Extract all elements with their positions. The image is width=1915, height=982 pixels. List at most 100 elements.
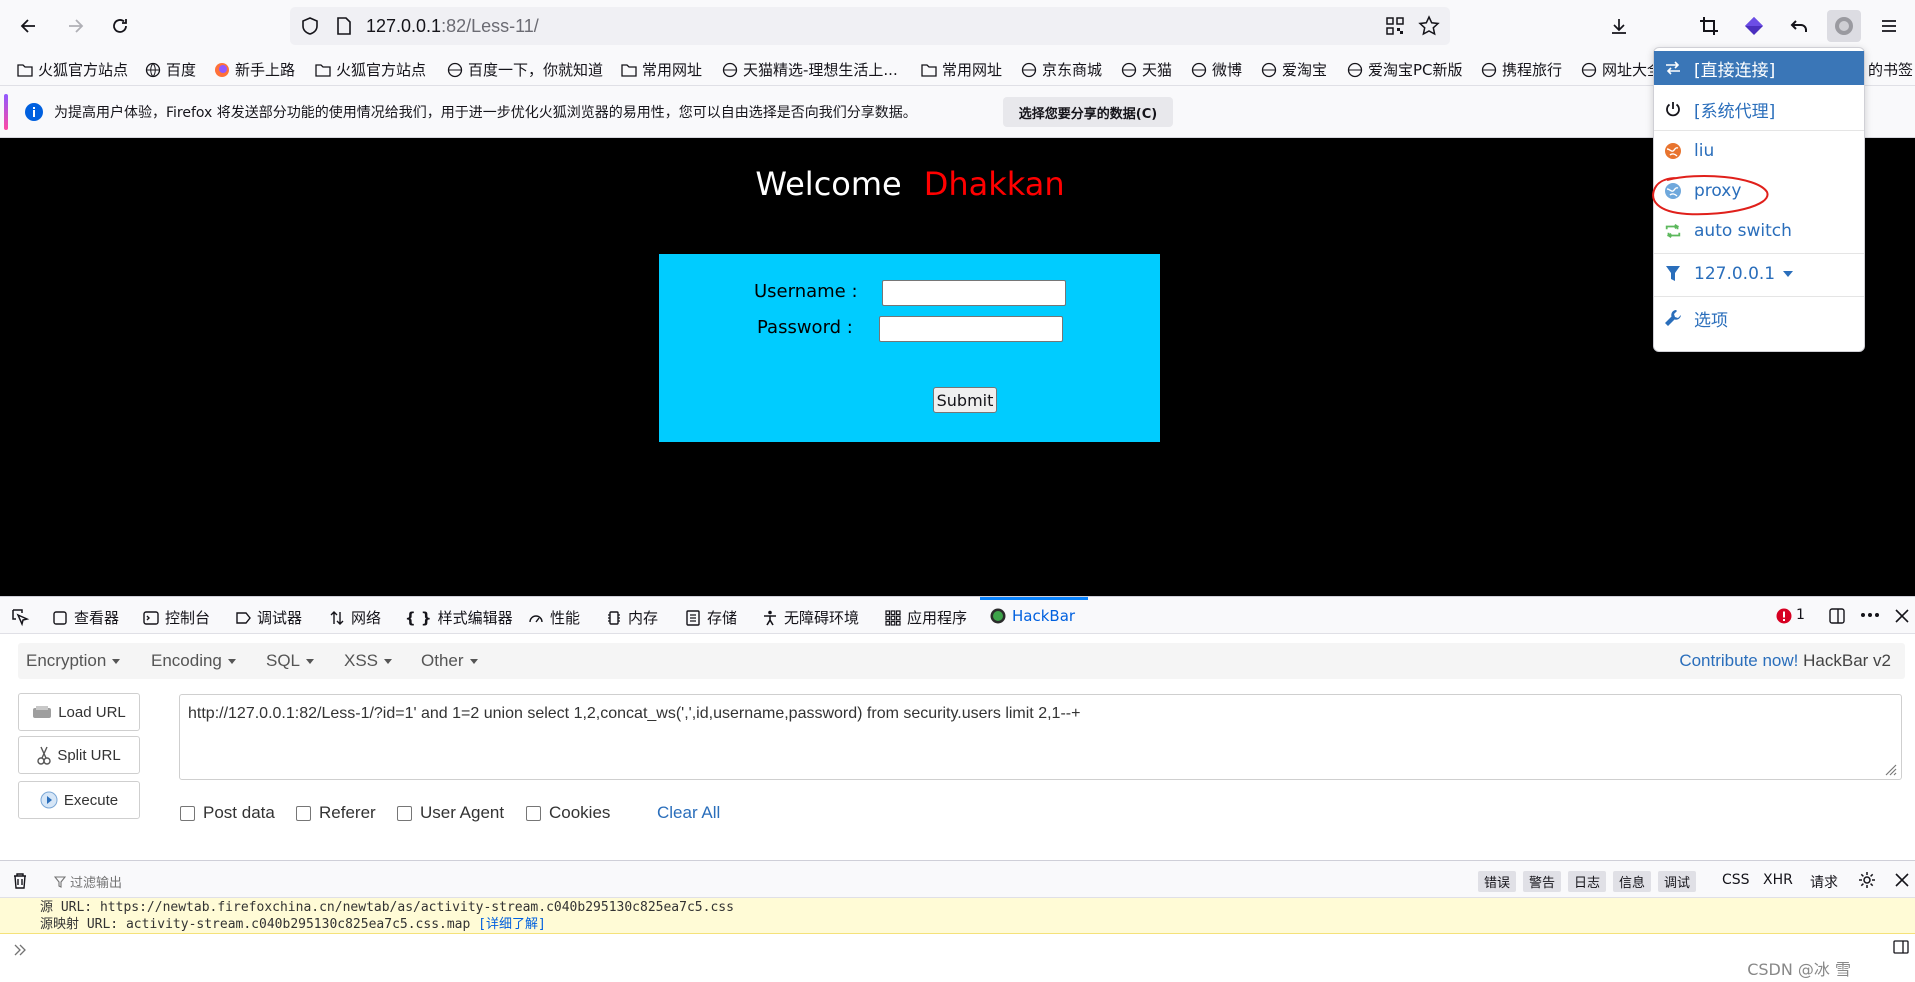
- globe-icon: [1121, 62, 1137, 77]
- inspector-icon: [53, 610, 67, 625]
- proxy-item-system[interactable]: [系统代理]: [1654, 92, 1864, 126]
- referer-checkbox[interactable]: Referer: [296, 803, 376, 823]
- menu-button[interactable]: [1872, 10, 1906, 42]
- star-bookmark-icon[interactable]: [1418, 15, 1440, 37]
- tab-console[interactable]: 控制台: [143, 607, 210, 628]
- url-bar[interactable]: 127.0.0.1:82/Less-11/: [290, 7, 1450, 45]
- forward-button[interactable]: [58, 10, 92, 42]
- bookmark-item[interactable]: 天猫: [1121, 59, 1172, 80]
- error-count[interactable]: 1: [1796, 607, 1805, 623]
- execute-button[interactable]: Execute: [18, 781, 140, 819]
- split-url-button[interactable]: Split URL: [18, 736, 140, 774]
- element-picker-icon[interactable]: [10, 607, 30, 627]
- contribute-link[interactable]: Contribute now!: [1679, 651, 1798, 670]
- bookmark-item[interactable]: 火狐官方站点: [315, 59, 426, 80]
- checkbox-box[interactable]: [180, 805, 195, 821]
- trash-icon[interactable]: [12, 872, 28, 889]
- proxy-circle-icon: [1835, 17, 1853, 35]
- proxy-item-direct[interactable]: [直接连接]: [1654, 51, 1864, 85]
- checkbox-box[interactable]: [296, 805, 311, 821]
- welcome-heading: Welcome Dhakkan: [0, 165, 1820, 203]
- bookmark-item[interactable]: 京东商城: [1021, 59, 1102, 80]
- tab-debugger[interactable]: 调试器: [235, 607, 302, 628]
- crop-button[interactable]: [1692, 10, 1726, 42]
- tab-memory[interactable]: 内存: [606, 607, 658, 628]
- filter-errors[interactable]: 错误: [1478, 871, 1517, 892]
- extension-button[interactable]: [1737, 10, 1771, 42]
- menu-xss[interactable]: XSS: [344, 651, 393, 671]
- hackbar-url-textarea[interactable]: http://127.0.0.1:82/Less-1/?id=1' and 1=…: [179, 694, 1902, 780]
- bookmark-item[interactable]: 网址大全: [1581, 59, 1662, 80]
- undo-button[interactable]: [1782, 10, 1816, 42]
- bookmark-item[interactable]: 天猫精选-理想生活上...: [722, 59, 898, 80]
- learn-more-link[interactable]: [详细了解]: [478, 917, 546, 932]
- gear-icon[interactable]: [1858, 871, 1876, 889]
- proxy-item-options[interactable]: 选项: [1654, 301, 1864, 335]
- bookmark-item[interactable]: 百度一下，你就知道: [447, 59, 603, 80]
- checkbox-box[interactable]: [526, 805, 541, 821]
- tab-network[interactable]: 网络: [329, 607, 381, 628]
- filter-css[interactable]: CSS: [1722, 872, 1750, 888]
- menu-encoding[interactable]: Encoding: [151, 651, 236, 671]
- filter-debug[interactable]: 调试: [1658, 871, 1697, 892]
- dock-icon[interactable]: [1828, 607, 1846, 625]
- shield-icon[interactable]: [300, 16, 320, 36]
- menu-other[interactable]: Other: [421, 651, 478, 671]
- console-input[interactable]: CSDN @冰 雪: [0, 934, 1915, 982]
- filter-requests[interactable]: 请求: [1810, 872, 1838, 892]
- clear-all-link[interactable]: Clear All: [657, 803, 720, 823]
- bookmark-item[interactable]: 携程旅行: [1481, 59, 1562, 80]
- user-agent-checkbox[interactable]: User Agent: [397, 803, 504, 823]
- bookmarks-bar: 火狐官方站点 百度 新手上路 火狐官方站点 百度一下，你就知道 常用网址 天猫精…: [0, 52, 1915, 86]
- filter-logs[interactable]: 日志: [1568, 871, 1607, 892]
- load-url-button[interactable]: Load URL: [18, 693, 140, 731]
- refresh-icon: [1664, 222, 1682, 240]
- tab-application[interactable]: 应用程序: [885, 607, 967, 628]
- menu-encryption[interactable]: Encryption: [26, 651, 121, 671]
- network-icon: [330, 610, 344, 625]
- bookmark-item[interactable]: 常用网址: [921, 59, 1002, 80]
- bookmark-item[interactable]: 新手上路: [214, 59, 295, 80]
- share-data-button[interactable]: 选择您要分享的数据(C): [1003, 97, 1173, 127]
- proxy-item-liu[interactable]: liu: [1654, 134, 1864, 168]
- submit-button[interactable]: Submit: [933, 387, 997, 413]
- tab-accessibility[interactable]: 无障碍环境: [762, 607, 859, 628]
- filter-xhr[interactable]: XHR: [1763, 872, 1793, 888]
- close-console-icon[interactable]: [1894, 872, 1910, 888]
- storage-icon: [686, 609, 700, 626]
- bookmark-item[interactable]: 爱淘宝PC新版: [1347, 59, 1463, 80]
- tab-storage[interactable]: 存储: [685, 607, 737, 628]
- password-input[interactable]: [879, 316, 1063, 342]
- proxy-item-condition[interactable]: 127.0.0.1: [1654, 257, 1864, 291]
- bookmark-item[interactable]: 爱淘宝: [1261, 59, 1327, 80]
- back-button[interactable]: [12, 10, 46, 42]
- filter-info[interactable]: 信息: [1613, 871, 1652, 892]
- reload-button[interactable]: [103, 10, 137, 42]
- checkbox-box[interactable]: [397, 805, 412, 821]
- tab-performance[interactable]: 性能: [528, 607, 580, 628]
- post-data-checkbox[interactable]: Post data: [180, 803, 275, 823]
- tab-hackbar[interactable]: HackBar: [990, 607, 1075, 625]
- qr-code-icon[interactable]: [1386, 17, 1404, 35]
- menu-sql[interactable]: SQL: [266, 651, 315, 671]
- folder-icon: [17, 63, 33, 77]
- bookmark-item[interactable]: 常用网址: [621, 59, 702, 80]
- resize-handle-icon[interactable]: [1883, 762, 1897, 776]
- filter-input[interactable]: 过滤输出: [54, 872, 122, 891]
- scissors-icon: [37, 746, 52, 765]
- sidebar-toggle-icon[interactable]: [1892, 938, 1910, 956]
- tab-inspector[interactable]: 查看器: [52, 607, 119, 628]
- downloads-button[interactable]: [1602, 10, 1636, 42]
- proxy-item-auto-switch[interactable]: auto switch: [1654, 214, 1864, 248]
- more-options-icon[interactable]: [1860, 612, 1880, 618]
- tab-style-editor[interactable]: { } 样式编辑器: [405, 607, 513, 628]
- bookmark-item[interactable]: 的书签: [1868, 59, 1913, 80]
- cookies-checkbox[interactable]: Cookies: [526, 803, 610, 823]
- proxy-extension-button[interactable]: [1827, 10, 1861, 42]
- bookmark-item[interactable]: 百度: [145, 59, 196, 80]
- filter-warnings[interactable]: 警告: [1523, 871, 1562, 892]
- bookmark-item[interactable]: 微博: [1191, 59, 1242, 80]
- close-devtools-icon[interactable]: [1894, 608, 1910, 624]
- bookmark-item[interactable]: 火狐官方站点: [17, 59, 128, 80]
- username-input[interactable]: [882, 280, 1066, 306]
